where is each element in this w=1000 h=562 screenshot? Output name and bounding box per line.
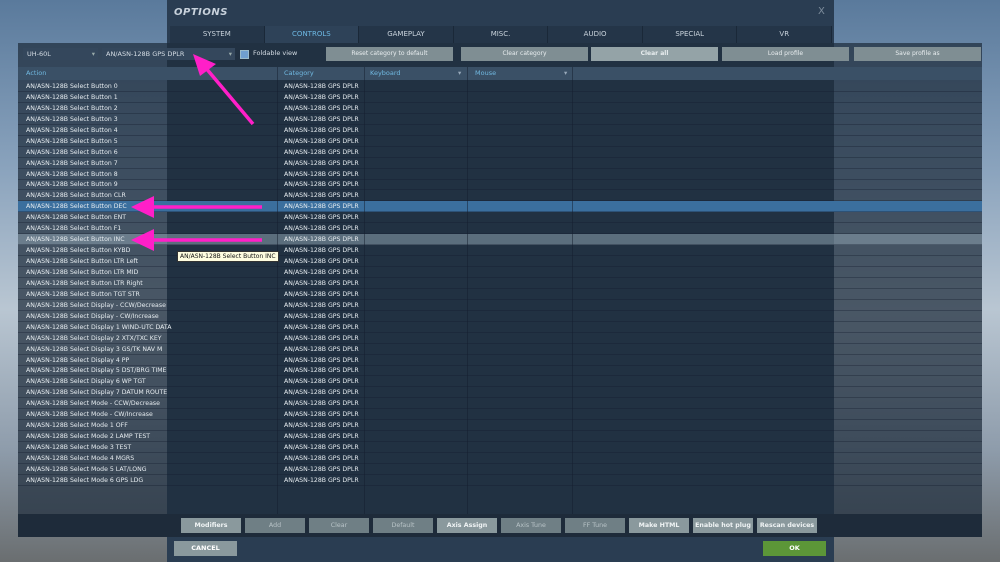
arrow-head (131, 229, 154, 251)
arrow-to-category-select (203, 65, 255, 126)
arrow-head (193, 54, 216, 76)
annotation-arrows (131, 54, 262, 251)
arrow-head (131, 196, 154, 218)
